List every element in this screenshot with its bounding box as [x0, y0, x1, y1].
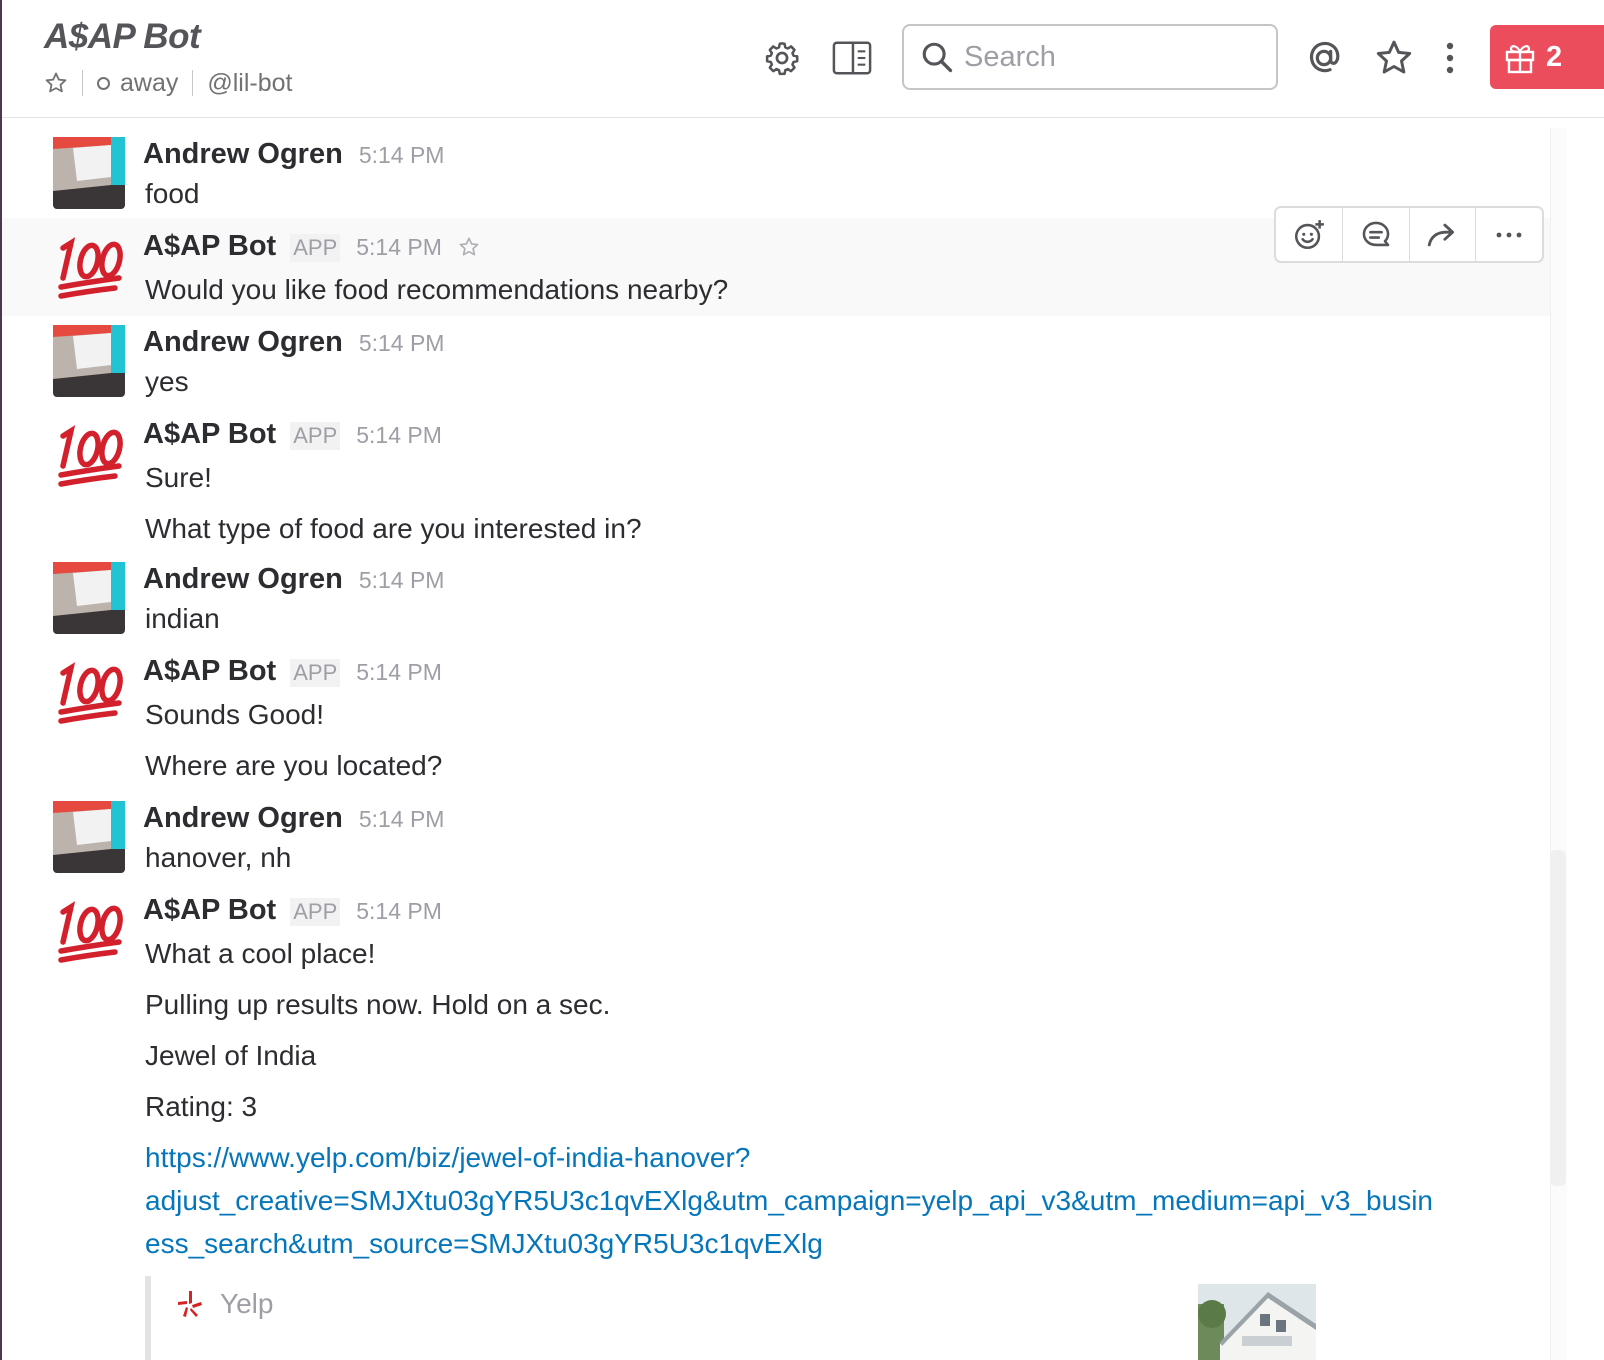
message-text: Sounds Good! [145, 699, 325, 730]
star-icon[interactable] [458, 236, 480, 258]
hundred-emoji-icon[interactable] [53, 230, 125, 302]
sender-name[interactable]: A$AP Bot [143, 230, 276, 263]
sender-name[interactable]: Andrew Ogren [143, 138, 343, 171]
app-badge: APP [290, 898, 341, 926]
timestamp[interactable]: 5:14 PM [359, 806, 445, 833]
divider [82, 70, 83, 96]
message-header: Andrew Ogren 5:14 PM [143, 138, 444, 171]
message-text: hanover, nh [145, 842, 292, 873]
gift-button[interactable]: 2 [1490, 25, 1604, 89]
star-icon[interactable] [44, 71, 68, 95]
divider [192, 70, 194, 96]
message-text: indian [145, 603, 220, 634]
message[interactable]: Andrew Ogren 5:14 PM food [2, 118, 1550, 218]
timestamp[interactable]: 5:14 PM [356, 898, 442, 925]
message-text: What a cool place! [145, 938, 376, 969]
sender-name[interactable]: Andrew Ogren [143, 802, 343, 835]
share-icon[interactable] [1410, 208, 1477, 261]
hundred-emoji-icon[interactable] [53, 655, 125, 727]
message-actions [1274, 206, 1544, 263]
presence-icon [97, 76, 110, 90]
sidebar-toggle-icon[interactable] [832, 38, 872, 78]
hundred-emoji-icon[interactable] [53, 894, 125, 966]
attachment-service[interactable]: Yelp [176, 1288, 273, 1320]
message[interactable]: Andrew Ogren 5:14 PM yes [2, 316, 1550, 408]
user-handle: @lil-bot [207, 68, 293, 97]
more-icon[interactable] [1476, 208, 1542, 261]
sender-name[interactable]: A$AP Bot [143, 418, 276, 451]
sender-name[interactable]: Andrew Ogren [143, 563, 343, 596]
user-avatar[interactable] [53, 801, 125, 873]
yelp-link[interactable]: ess_search&utm_source=SMJXtu03gYR5U3c1qv… [145, 1228, 823, 1260]
user-avatar[interactable] [53, 562, 125, 634]
presence-status: away [120, 68, 179, 97]
app-badge: APP [290, 659, 341, 687]
channel-meta: away @lil-bot [44, 66, 293, 100]
message[interactable]: Andrew Ogren 5:14 PM indian [2, 553, 1550, 645]
user-avatar[interactable] [53, 137, 125, 209]
restaurant-thumbnail[interactable] [1198, 1284, 1316, 1360]
sender-name[interactable]: A$AP Bot [143, 655, 276, 688]
attachment-service-name: Yelp [220, 1288, 274, 1319]
message-header: A$AP Bot APP 5:14 PM [143, 418, 442, 451]
message-text: Pulling up results now. Hold on a sec. [145, 989, 611, 1020]
mention-icon[interactable] [1304, 38, 1344, 78]
message-header: Andrew Ogren 5:14 PM [143, 326, 444, 359]
timestamp[interactable]: 5:14 PM [359, 142, 445, 169]
message[interactable]: A$AP Bot APP 5:14 PM Sounds Good! Where … [2, 645, 1550, 792]
timestamp[interactable]: 5:14 PM [356, 659, 442, 686]
gear-icon[interactable] [762, 38, 802, 78]
message[interactable]: A$AP Bot APP 5:14 PM Would you like food… [2, 206, 1550, 316]
message-header: A$AP Bot APP 5:14 PM [143, 894, 442, 927]
message-text: Jewel of India [145, 1040, 317, 1071]
hundred-emoji-icon[interactable] [53, 418, 125, 490]
search-input[interactable] [902, 24, 1278, 90]
message-text: Sure! [145, 462, 212, 493]
message-text: What type of food are you interested in? [145, 513, 642, 544]
message-header: A$AP Bot APP 5:14 PM [143, 230, 480, 263]
app-badge: APP [290, 234, 341, 262]
timestamp[interactable]: 5:14 PM [356, 422, 442, 449]
star-icon[interactable] [1374, 38, 1414, 78]
message-header: A$AP Bot APP 5:14 PM [143, 655, 442, 688]
timestamp[interactable]: 5:14 PM [359, 567, 445, 594]
timestamp[interactable]: 5:14 PM [356, 234, 442, 261]
app-badge: APP [290, 422, 341, 450]
timestamp[interactable]: 5:14 PM [359, 330, 445, 357]
gift-count: 2 [1546, 40, 1563, 73]
user-avatar[interactable] [53, 325, 125, 397]
scrollbar-thumb[interactable] [1550, 850, 1566, 1186]
sender-name[interactable]: Andrew Ogren [143, 326, 343, 359]
message-list: Andrew Ogren 5:14 PM food A$AP Bot APP 5… [2, 118, 1550, 1360]
add-reaction-icon[interactable] [1276, 208, 1343, 261]
channel-title[interactable]: A$AP Bot [44, 17, 201, 57]
yelp-link[interactable]: https://www.yelp.com/biz/jewel-of-india-… [145, 1142, 750, 1174]
yelp-logo-icon [178, 1291, 202, 1317]
search-field[interactable] [962, 39, 1256, 75]
attachment-bar [145, 1276, 151, 1360]
search-icon [922, 42, 953, 73]
channel-header: A$AP Bot away @lil-bot Search 2 [2, 0, 1604, 118]
gift-icon [1505, 45, 1535, 74]
message[interactable]: Andrew Ogren 5:14 PM hanover, nh [2, 792, 1550, 884]
message-text: Would you like food recommendations near… [145, 274, 729, 305]
message-header: Andrew Ogren 5:14 PM [143, 563, 444, 596]
message-text: Rating: 3 [145, 1091, 258, 1122]
message[interactable]: A$AP Bot APP 5:14 PM Sure! What type of … [2, 408, 1550, 553]
message-text: Where are you located? [145, 750, 443, 781]
message-text: food [145, 178, 200, 209]
message-header: Andrew Ogren 5:14 PM [143, 802, 444, 835]
reply-thread-icon[interactable] [1343, 208, 1410, 261]
sender-name[interactable]: A$AP Bot [143, 894, 276, 927]
yelp-link[interactable]: adjust_creative=SMJXtu03gYR5U3c1qvEXlg&u… [145, 1185, 1433, 1217]
kebab-icon[interactable] [1432, 38, 1468, 78]
message-text: yes [145, 366, 189, 397]
